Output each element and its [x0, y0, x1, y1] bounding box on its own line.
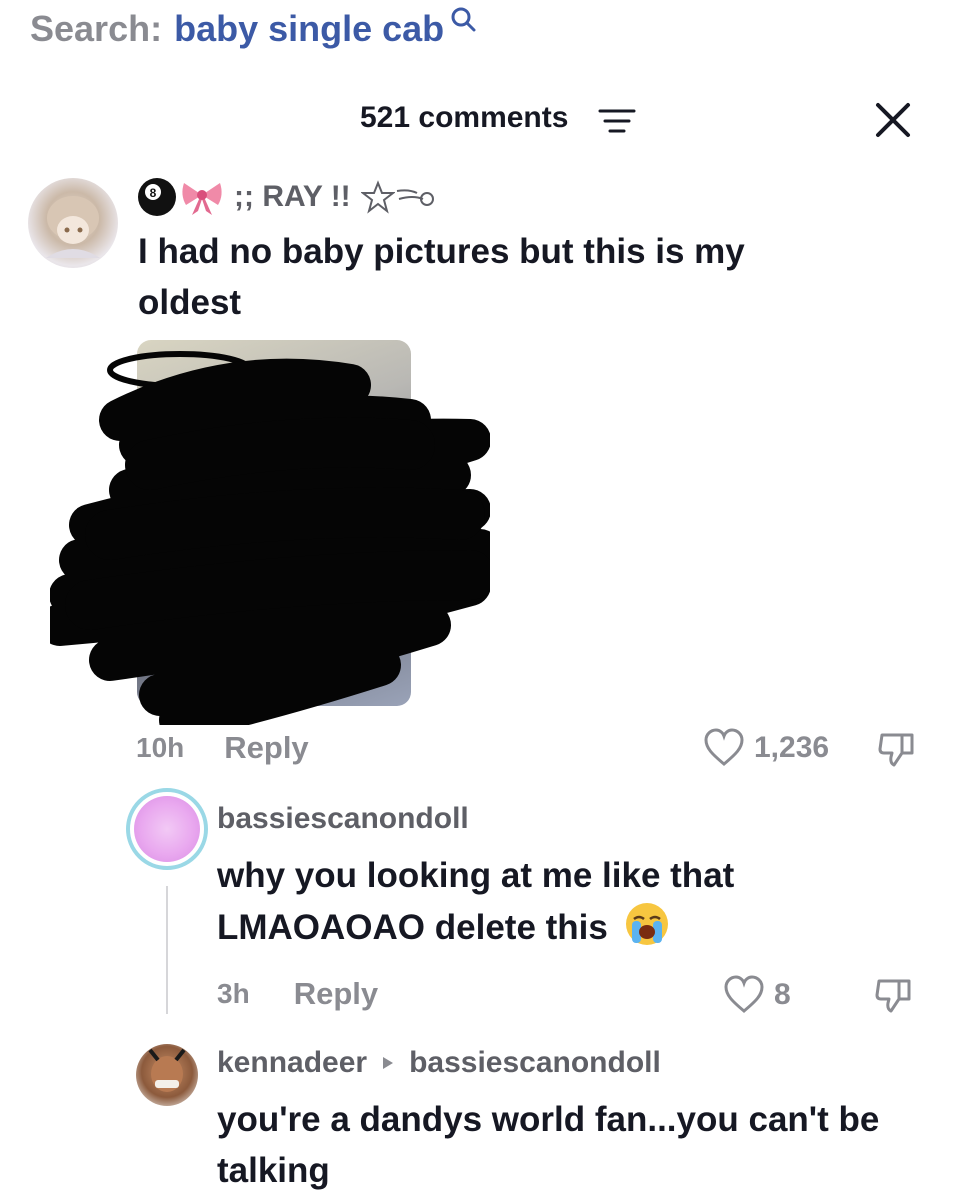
- comment-3-text: you're a dandys world fan...you can't be…: [217, 1100, 880, 1190]
- close-icon[interactable]: [872, 99, 914, 141]
- comment-2-username-row[interactable]: bassiescanondoll: [217, 802, 469, 836]
- thread-line: [166, 886, 168, 1014]
- search-bar[interactable]: Search: baby single cab: [30, 4, 478, 54]
- star-outline-icon: [360, 180, 395, 214]
- comment-3-reply-to[interactable]: bassiescanondoll: [409, 1046, 661, 1080]
- comments-count: 521 comments: [360, 101, 569, 134]
- ribbon-icon: [182, 183, 222, 215]
- comment-3-username-row[interactable]: kennadeer bassiescanondoll: [217, 1046, 661, 1080]
- comment-2-username[interactable]: bassiescanondoll: [217, 802, 469, 836]
- reply-arrow-icon: [383, 1057, 394, 1069]
- comment-2-like-count: 8: [774, 978, 791, 1011]
- svg-text:8: 8: [150, 186, 157, 200]
- comment-1-like-count: 1,236: [754, 731, 830, 764]
- comment-1-username[interactable]: ;; RAY !!: [234, 180, 351, 214]
- search-icon[interactable]: [448, 5, 478, 35]
- comment-2-meta: 3h Reply: [217, 976, 378, 1012]
- heart-icon[interactable]: [702, 728, 746, 768]
- search-query[interactable]: baby single cab: [174, 8, 444, 50]
- comment-1-text: I had no baby pictures but this is my ol…: [138, 232, 745, 322]
- avatar-skull-illustration: [134, 796, 200, 862]
- avatar-photo: [148, 1048, 186, 1092]
- avatar[interactable]: [126, 788, 208, 870]
- comment-2-like-button[interactable]: 8: [722, 975, 791, 1015]
- comment-1-like-button[interactable]: 1,236: [702, 728, 829, 768]
- dislike-icon[interactable]: [873, 975, 913, 1015]
- comment-1-time: 10h: [136, 732, 185, 763]
- avatar[interactable]: [136, 1044, 198, 1106]
- comment-2-time: 3h: [217, 978, 250, 1009]
- comment-1-reply-button[interactable]: Reply: [224, 730, 308, 766]
- comment-3-username[interactable]: kennadeer: [217, 1046, 367, 1080]
- dislike-icon[interactable]: [876, 729, 916, 769]
- comment-2-text-block: why you looking at me like that LMAOAOAO…: [217, 850, 737, 953]
- avatar[interactable]: [28, 178, 118, 268]
- dash-icon: [396, 189, 434, 206]
- heart-icon[interactable]: [722, 975, 766, 1015]
- sort-icon[interactable]: [598, 107, 636, 135]
- scribble-redaction: [50, 351, 490, 725]
- 8-ball-icon: 8: [138, 178, 176, 216]
- comment-1-username-row[interactable]: 8 ;; RAY !!: [136, 176, 435, 218]
- comment-1-meta: 10h Reply: [136, 730, 309, 766]
- comments-header: 521 comments: [0, 95, 956, 145]
- search-label: Search:: [30, 8, 163, 49]
- comment-2-reply-button[interactable]: Reply: [294, 976, 378, 1012]
- loudly-crying-face-icon: [625, 903, 668, 945]
- avatar-illustration: [46, 196, 100, 258]
